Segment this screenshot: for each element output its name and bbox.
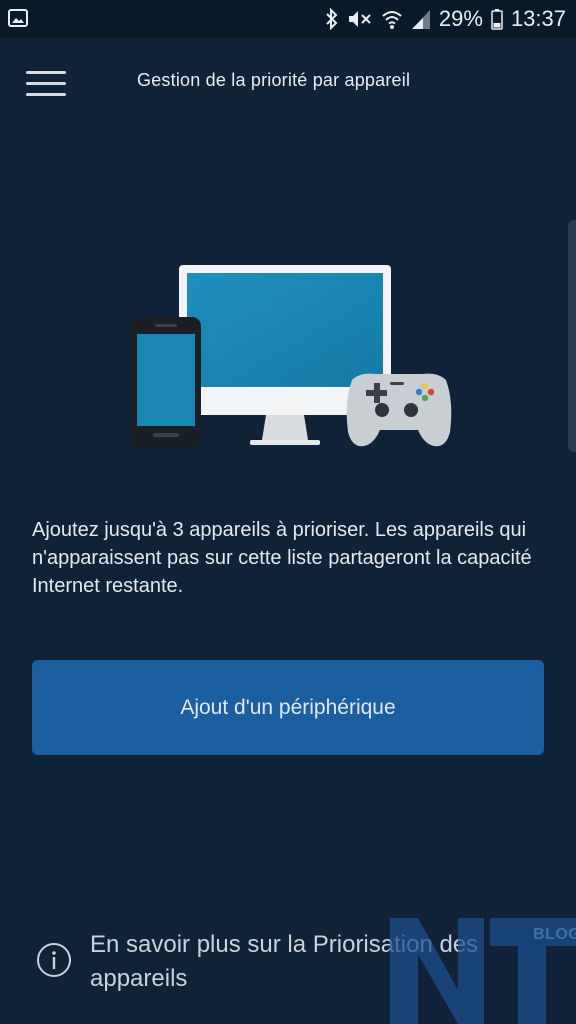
smartphone-icon [131, 317, 201, 447]
wifi-icon [382, 11, 402, 29]
info-icon [37, 943, 71, 977]
battery-percentage: 29% [438, 6, 483, 31]
mute-icon [348, 11, 371, 27]
hamburger-menu-icon[interactable] [26, 68, 68, 98]
priority-description: Ajoutez jusqu'à 3 appareils à prioriser.… [32, 519, 532, 597]
gallery-icon [8, 9, 28, 27]
bluetooth-icon [326, 8, 338, 30]
status-bar: 29% 13:37 [0, 0, 576, 38]
app-bar: Gestion de la priorité par appareil [0, 38, 576, 126]
devices-illustration [131, 265, 452, 447]
page-title: Gestion de la priorité par appareil [137, 70, 411, 90]
watermark-blog-label: BLOG [533, 926, 576, 943]
gamepad-icon [346, 373, 452, 447]
side-panel-handle[interactable] [568, 220, 576, 452]
add-device-button[interactable]: Ajout d'un périphérique [32, 660, 544, 755]
battery-icon [491, 9, 503, 30]
clock: 13:37 [510, 6, 566, 31]
add-device-button-label: Ajout d'un périphérique [180, 695, 396, 719]
signal-icon [411, 10, 430, 29]
